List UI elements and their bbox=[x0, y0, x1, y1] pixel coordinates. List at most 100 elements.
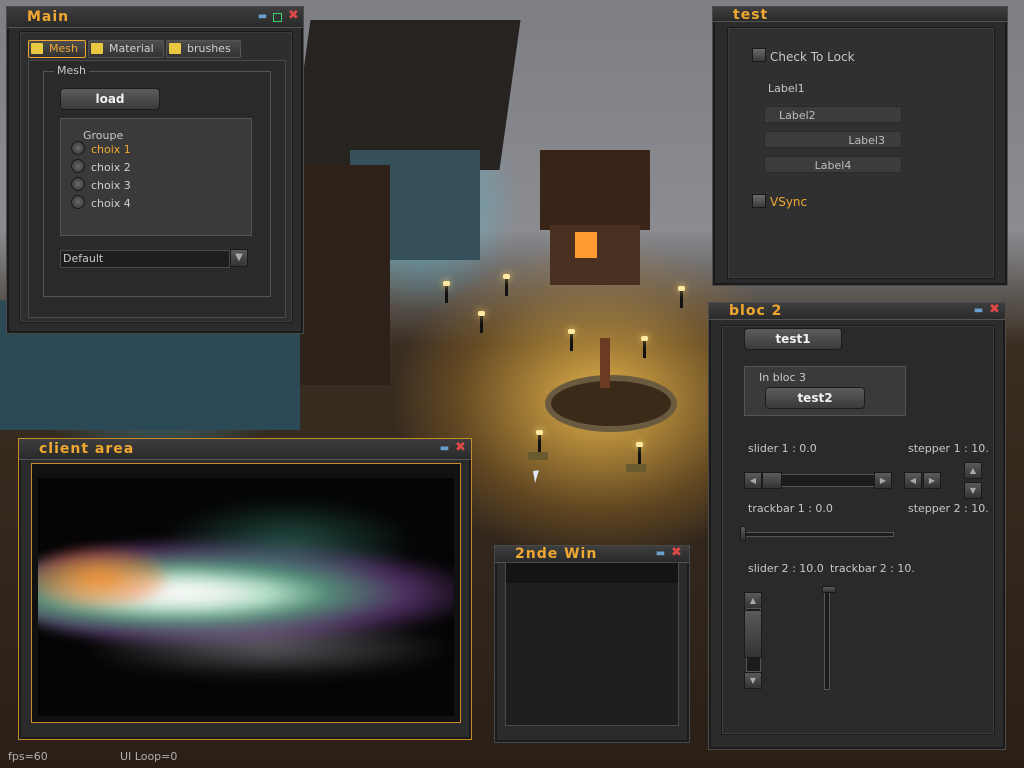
street-lamp bbox=[636, 442, 643, 464]
fountain-statue bbox=[600, 338, 610, 388]
slider2-down-arrow-icon[interactable]: ▼ bbox=[744, 672, 762, 689]
second-window-header bbox=[506, 563, 678, 583]
close-icon[interactable]: ✖ bbox=[989, 303, 1000, 316]
fountain bbox=[545, 375, 677, 432]
vsync-checkbox[interactable] bbox=[752, 194, 766, 208]
street-lamp bbox=[478, 311, 485, 333]
mesh-tab-icon bbox=[31, 43, 43, 54]
test-window-body: Check To Lock Label1 Label2 Label3 Label… bbox=[727, 27, 995, 279]
close-icon[interactable]: ✖ bbox=[671, 546, 682, 559]
chevron-down-icon[interactable]: ▼ bbox=[230, 249, 248, 267]
brushes-tab-icon bbox=[169, 43, 181, 54]
close-icon[interactable]: ✖ bbox=[288, 9, 299, 22]
check-to-lock-checkbox[interactable] bbox=[752, 48, 766, 62]
tab-label: Mesh bbox=[49, 42, 78, 55]
second-window-body bbox=[505, 562, 679, 726]
radio-label-choix-2: choix 2 bbox=[91, 161, 131, 174]
fps-counter: fps=60 bbox=[8, 750, 48, 763]
trackbar1-thumb[interactable] bbox=[740, 526, 746, 541]
groupe-title: Groupe bbox=[83, 129, 124, 142]
slider2-up-arrow-icon[interactable]: ▲ bbox=[744, 592, 762, 609]
trackbar1-track[interactable] bbox=[742, 532, 894, 537]
tab-mesh[interactable]: Mesh bbox=[28, 40, 86, 58]
load-button[interactable]: load bbox=[60, 88, 160, 110]
test-window-title: test bbox=[733, 7, 769, 23]
main-window-body: Mesh Material brushes Mesh load Groupe c… bbox=[19, 31, 293, 323]
street-lamp bbox=[568, 329, 575, 351]
label2: Label2 bbox=[764, 106, 902, 123]
radio-label-choix-1: choix 1 bbox=[91, 143, 131, 156]
radio-label-choix-4: choix 4 bbox=[91, 197, 131, 210]
radio-choix-4[interactable] bbox=[71, 195, 85, 209]
main-window-title: Main bbox=[27, 9, 70, 25]
bloc3-label: In bloc 3 bbox=[759, 371, 807, 384]
tab-content-panel: Mesh load Groupe choix 1 choix 2 choix 3… bbox=[28, 60, 286, 318]
client-area-body bbox=[31, 463, 461, 723]
test1-button[interactable]: test1 bbox=[744, 328, 842, 350]
minimize-icon[interactable]: ▬ bbox=[973, 305, 984, 316]
light-streak-grey bbox=[78, 618, 454, 678]
street-lamp bbox=[678, 286, 685, 308]
slider1-left-arrow-icon[interactable]: ◀ bbox=[744, 472, 762, 489]
material-tab-icon bbox=[91, 43, 103, 54]
main-window[interactable]: Main ▬ ✖ Mesh Material brushes Mesh load… bbox=[6, 6, 304, 334]
client-area-image[interactable] bbox=[38, 478, 454, 716]
main-window-titlebar[interactable]: Main ▬ ✖ bbox=[7, 7, 303, 28]
second-window-titlebar[interactable]: 2nde Win ▬ ✖ bbox=[495, 546, 689, 563]
client-area-titlebar[interactable]: client area ▬ ✖ bbox=[19, 439, 471, 460]
maximize-icon[interactable] bbox=[273, 13, 282, 22]
close-icon[interactable]: ✖ bbox=[455, 441, 466, 454]
bloc2-window-body: test1 In bloc 3 test2 slider 1 : 0.0 ste… bbox=[721, 325, 995, 735]
stepper1-label: stepper 1 : 10. bbox=[908, 442, 989, 455]
client-area-title: client area bbox=[39, 441, 135, 457]
mesh-groupbox: Mesh load Groupe choix 1 choix 2 choix 3… bbox=[43, 64, 271, 297]
dropdown-value: Default bbox=[63, 252, 104, 265]
slider1-thumb[interactable] bbox=[762, 472, 782, 489]
second-window-title: 2nde Win bbox=[515, 546, 598, 562]
street-lamp bbox=[536, 430, 543, 452]
lamp-base bbox=[528, 452, 548, 460]
minimize-icon[interactable]: ▬ bbox=[439, 443, 450, 454]
minimize-icon[interactable]: ▬ bbox=[257, 11, 268, 22]
stepper1-left-icon[interactable]: ◀ bbox=[904, 472, 922, 489]
stepper2-up-icon[interactable]: ▲ bbox=[964, 462, 982, 479]
tab-material[interactable]: Material bbox=[88, 40, 164, 58]
client-area-window[interactable]: client area ▬ ✖ bbox=[18, 438, 472, 740]
test2-button[interactable]: test2 bbox=[765, 387, 865, 409]
street-lamp bbox=[503, 274, 510, 296]
second-window[interactable]: 2nde Win ▬ ✖ bbox=[494, 545, 690, 743]
street-lamp bbox=[443, 281, 450, 303]
trackbar2-track[interactable] bbox=[824, 588, 830, 690]
slider2-thumb[interactable] bbox=[744, 610, 762, 658]
trackbar2-thumb[interactable] bbox=[822, 586, 836, 593]
slider1-label: slider 1 : 0.0 bbox=[748, 442, 817, 455]
tab-label: brushes bbox=[187, 42, 231, 55]
tab-brushes[interactable]: brushes bbox=[166, 40, 241, 58]
check-to-lock-label: Check To Lock bbox=[770, 50, 855, 64]
minimize-icon[interactable]: ▬ bbox=[655, 548, 666, 559]
mesh-groupbox-title: Mesh bbox=[54, 64, 89, 77]
house-roof bbox=[289, 20, 521, 170]
slider1-right-arrow-icon[interactable]: ▶ bbox=[874, 472, 892, 489]
bloc2-window-titlebar[interactable]: bloc 2 ▬ ✖ bbox=[709, 303, 1005, 320]
label3: Label3 bbox=[764, 131, 902, 148]
test-window[interactable]: test Check To Lock Label1 Label2 Label3 … bbox=[712, 6, 1008, 286]
stepper2-label: stepper 2 : 10. bbox=[908, 502, 989, 515]
radio-choix-2[interactable] bbox=[71, 159, 85, 173]
radio-label-choix-3: choix 3 bbox=[91, 179, 131, 192]
house-roof bbox=[300, 165, 390, 385]
stepper1-right-icon[interactable]: ▶ bbox=[923, 472, 941, 489]
trackbar2-label: trackbar 2 : 10. bbox=[830, 562, 915, 575]
bloc2-window-title: bloc 2 bbox=[729, 303, 783, 319]
house-roof bbox=[540, 150, 650, 230]
groupe-radio-panel: Groupe choix 1 choix 2 choix 3 choix 4 bbox=[60, 118, 252, 236]
radio-choix-3[interactable] bbox=[71, 177, 85, 191]
default-dropdown[interactable]: Default bbox=[60, 250, 230, 268]
stepper2-down-icon[interactable]: ▼ bbox=[964, 482, 982, 499]
mouse-cursor-icon bbox=[533, 469, 547, 483]
radio-choix-1[interactable] bbox=[71, 141, 85, 155]
test-window-titlebar[interactable]: test bbox=[713, 7, 1007, 23]
lit-window bbox=[575, 232, 597, 258]
vsync-label: VSync bbox=[770, 195, 808, 209]
bloc2-window[interactable]: bloc 2 ▬ ✖ test1 In bloc 3 test2 slider … bbox=[708, 302, 1006, 750]
